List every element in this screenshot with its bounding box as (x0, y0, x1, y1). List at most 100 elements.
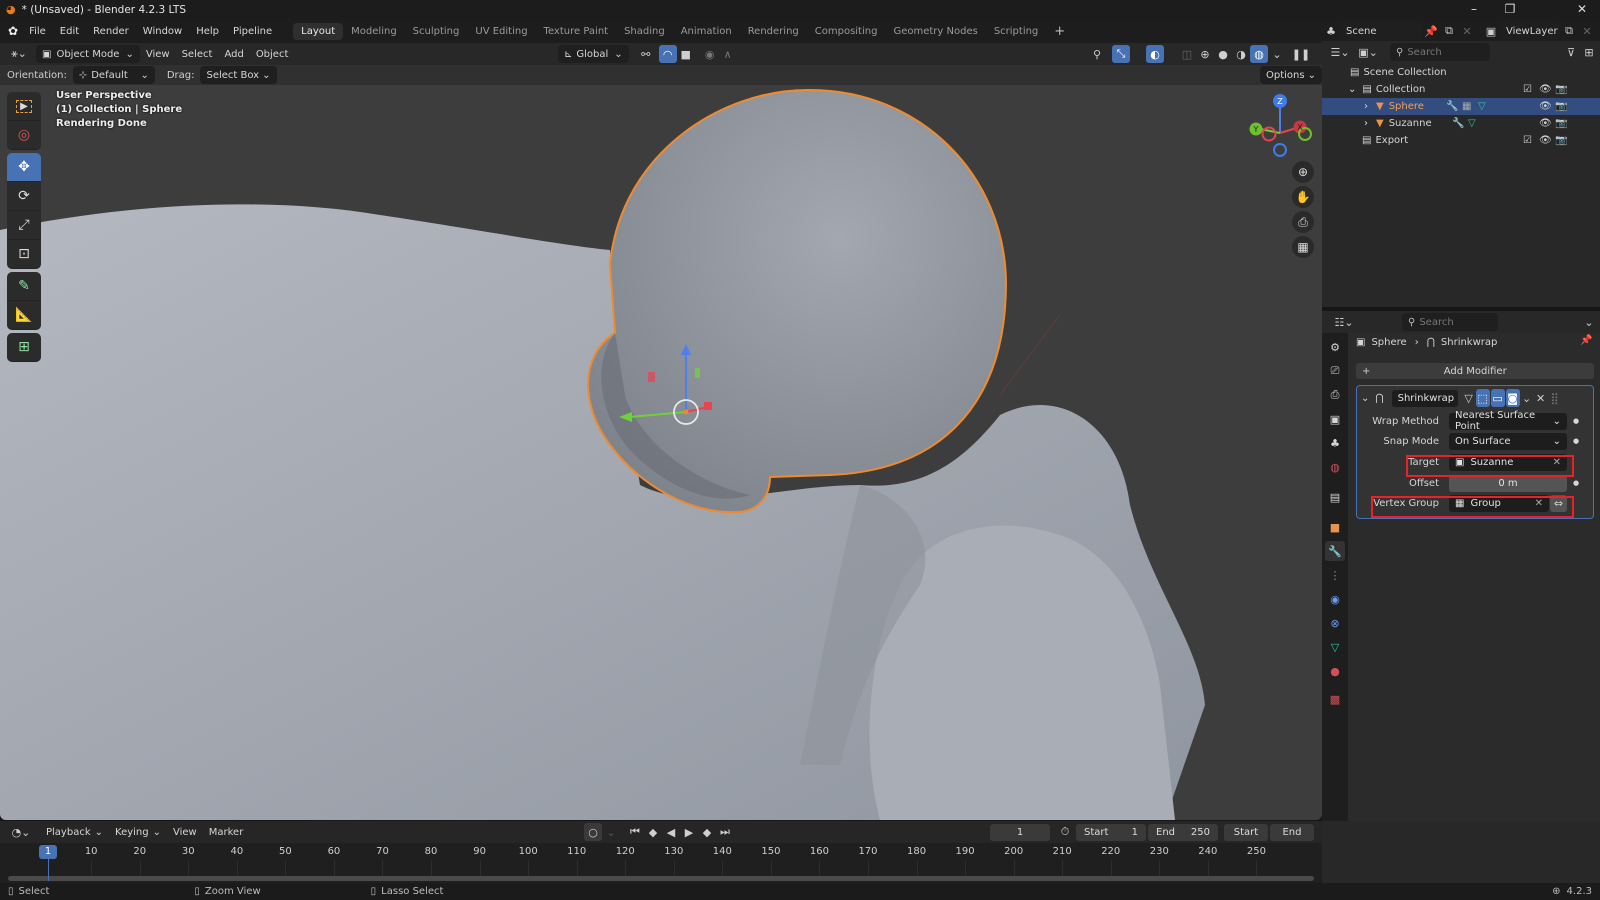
play-icon[interactable]: ▶ (680, 823, 698, 841)
shading-options-icon[interactable]: ⌄ (1268, 45, 1286, 63)
scene-tab-icon[interactable]: ♣ (1325, 433, 1345, 453)
camera-view-icon[interactable]: ⎙ (1292, 211, 1314, 233)
modifier-wrench-icon[interactable]: 🔧 (1446, 101, 1458, 112)
mesh-data-icon[interactable]: ▽ (1468, 118, 1476, 129)
menu-window[interactable]: Window (136, 26, 189, 37)
playhead-marker[interactable]: 1 (39, 845, 57, 859)
menu-object[interactable]: Object (250, 45, 295, 63)
auto-keying-options-icon[interactable]: ⌄ (602, 823, 620, 841)
properties-options-icon[interactable]: ⌄ (1580, 313, 1598, 331)
view-layer-tab-icon[interactable]: ▣ (1325, 409, 1345, 429)
3d-viewport[interactable]: User Perspective (1) Collection | Sphere… (0, 65, 1322, 820)
filter-icon[interactable]: ⊽ (1562, 43, 1580, 61)
collection-tab-icon[interactable]: ▤ (1325, 487, 1345, 507)
end-button[interactable]: End (1270, 823, 1314, 841)
camera-icon[interactable]: 📷 (1555, 101, 1567, 112)
new-collection-icon[interactable]: ⊞ (1580, 43, 1598, 61)
on-cage-toggle-icon[interactable]: ⬚ (1475, 389, 1490, 407)
scene-selector-icon[interactable]: ♣ (1322, 22, 1340, 40)
options-dropdown[interactable]: Options ⌄ (1260, 66, 1322, 84)
play-reverse-icon[interactable]: ◀ (662, 823, 680, 841)
overlays-toggle-icon[interactable]: ◐ (1146, 45, 1164, 63)
tab-compositing[interactable]: Compositing (807, 23, 886, 40)
delete-viewlayer-icon[interactable]: ✕ (1578, 22, 1596, 40)
viewlayer-selector-icon[interactable]: ▣ (1482, 22, 1500, 40)
new-viewlayer-icon[interactable]: ⧉ (1560, 22, 1578, 40)
camera-icon[interactable]: 📷 (1555, 118, 1567, 129)
visibility-selectability-icon[interactable]: ⚲ (1088, 45, 1106, 63)
include-checkbox[interactable]: ☑ (1523, 135, 1532, 146)
perspective-toggle-icon[interactable]: ▦ (1292, 236, 1314, 258)
snap-target-icon[interactable]: ■ (677, 45, 695, 63)
modifier-wrench-icon[interactable]: 🔧 (1452, 118, 1464, 129)
eye-icon[interactable]: 👁 (1539, 135, 1552, 146)
wrap-method-dropdown[interactable]: Nearest Surface Point ⌄ (1449, 410, 1567, 432)
camera-icon[interactable]: 📷 (1555, 135, 1567, 146)
orientation-dropdown[interactable]: ⊹ Default ⌄ (72, 66, 155, 84)
eye-icon[interactable]: 👁 (1539, 101, 1552, 112)
transform-tool[interactable]: ⊡ (7, 240, 41, 269)
menu-add[interactable]: Add (218, 45, 249, 63)
prev-keyframe-icon[interactable]: ◆ (644, 823, 662, 841)
include-checkbox[interactable]: ☑ (1523, 84, 1532, 95)
modifiers-tab-icon[interactable]: 🔧 (1325, 541, 1345, 561)
auto-keying-icon[interactable]: ○ (584, 823, 602, 841)
pin-icon[interactable]: 📌 (1580, 335, 1592, 346)
data-tab-icon[interactable]: ▽ (1325, 637, 1345, 657)
outliner-row-sphere[interactable]: › ▼ Sphere 🔧 ▦ ▽ 👁 📷 (1322, 98, 1600, 115)
tab-rendering[interactable]: Rendering (740, 23, 807, 40)
snap-mode-dropdown[interactable]: On Surface ⌄ (1449, 432, 1567, 450)
keyframe-dot-icon[interactable]: ● (1573, 417, 1579, 425)
edit-mode-toggle-icon[interactable]: ▽ (1462, 389, 1476, 407)
viewport-display-toggle-icon[interactable]: ▭ (1490, 389, 1505, 407)
tab-uv-editing[interactable]: UV Editing (467, 23, 535, 40)
object-tab-icon[interactable]: ■ (1325, 517, 1345, 537)
constraints-tab-icon[interactable]: ⊗ (1325, 613, 1345, 633)
modifier-dropdown-icon[interactable]: ⌄ (1520, 389, 1534, 407)
output-tab-icon[interactable]: ⎙ (1325, 385, 1345, 405)
menu-help[interactable]: Help (189, 26, 226, 37)
shading-rendered-icon[interactable]: ◍ (1250, 45, 1268, 63)
mode-dropdown[interactable]: ▣ Object Mode ⌄ (36, 45, 140, 63)
editor-type-icon[interactable]: ⚹⌄ (6, 45, 32, 63)
outliner-search-input[interactable]: ⚲ Search (1390, 43, 1490, 61)
jump-end-icon[interactable]: ⏭ (716, 823, 734, 841)
gizmo-toggle-icon[interactable]: ⤡ (1112, 45, 1130, 63)
vertex-group-icon[interactable]: ▦ (1462, 101, 1471, 112)
outliner-row-export[interactable]: ▤ Export ☑ 👁 📷 (1322, 132, 1600, 149)
timeline-editor-type-icon[interactable]: ◔⌄ (8, 823, 34, 841)
jump-start-icon[interactable]: ⏮ (626, 823, 644, 841)
menu-keying[interactable]: Keying ⌄ (109, 823, 167, 841)
keyframe-dot-icon[interactable]: ● (1573, 437, 1579, 445)
texture-tab-icon[interactable]: ▩ (1325, 689, 1345, 709)
outliner-row-scene-collection[interactable]: ▤ Scene Collection (1322, 64, 1600, 81)
new-scene-icon[interactable]: ⧉ (1440, 22, 1458, 40)
shading-solid-icon[interactable]: ● (1214, 45, 1232, 63)
material-tab-icon[interactable]: ● (1325, 661, 1345, 681)
start-button[interactable]: Start (1224, 823, 1268, 841)
properties-search-input[interactable]: ⚲ Search (1402, 313, 1498, 331)
mesh-data-icon[interactable]: ▽ (1478, 101, 1486, 112)
outliner-row-collection[interactable]: ⌄ ▤ Collection ☑ 👁 📷 (1322, 81, 1600, 98)
xray-toggle-icon[interactable]: ◫ (1178, 45, 1196, 63)
close-button[interactable]: ✕ (1564, 0, 1600, 19)
rotate-tool[interactable]: ⟳ (7, 182, 41, 211)
tab-sculpting[interactable]: Sculpting (405, 23, 468, 40)
drag-dropdown[interactable]: Select Box ⌄ (200, 66, 277, 84)
end-frame-field[interactable]: End 250 (1148, 823, 1218, 841)
timeline-area[interactable]: 10 20 30 40 50 60 70 80 90 100 110 120 130 140 150 160 1… (0, 843, 1322, 883)
tab-animation[interactable]: Animation (673, 23, 740, 40)
tab-scripting[interactable]: Scripting (986, 23, 1046, 40)
add-cube-tool[interactable]: ⊞ (7, 333, 41, 362)
maximize-button[interactable]: ❐ (1492, 0, 1528, 19)
menu-select[interactable]: Select (176, 45, 219, 63)
menu-pipeline[interactable]: Pipeline (226, 26, 279, 37)
menu-edit[interactable]: Edit (53, 26, 86, 37)
blender-menu-icon[interactable]: ✿ (8, 24, 18, 38)
physics-tab-icon[interactable]: ◉ (1325, 589, 1345, 609)
falloff-icon[interactable]: ∧ (719, 45, 737, 63)
tool-tab-icon[interactable]: ⚙ (1325, 337, 1345, 357)
scale-tool[interactable]: ⤢ (7, 211, 41, 240)
tab-geometry-nodes[interactable]: Geometry Nodes (885, 23, 985, 40)
outliner-editor-type-icon[interactable]: ☰⌄ (1328, 43, 1352, 61)
